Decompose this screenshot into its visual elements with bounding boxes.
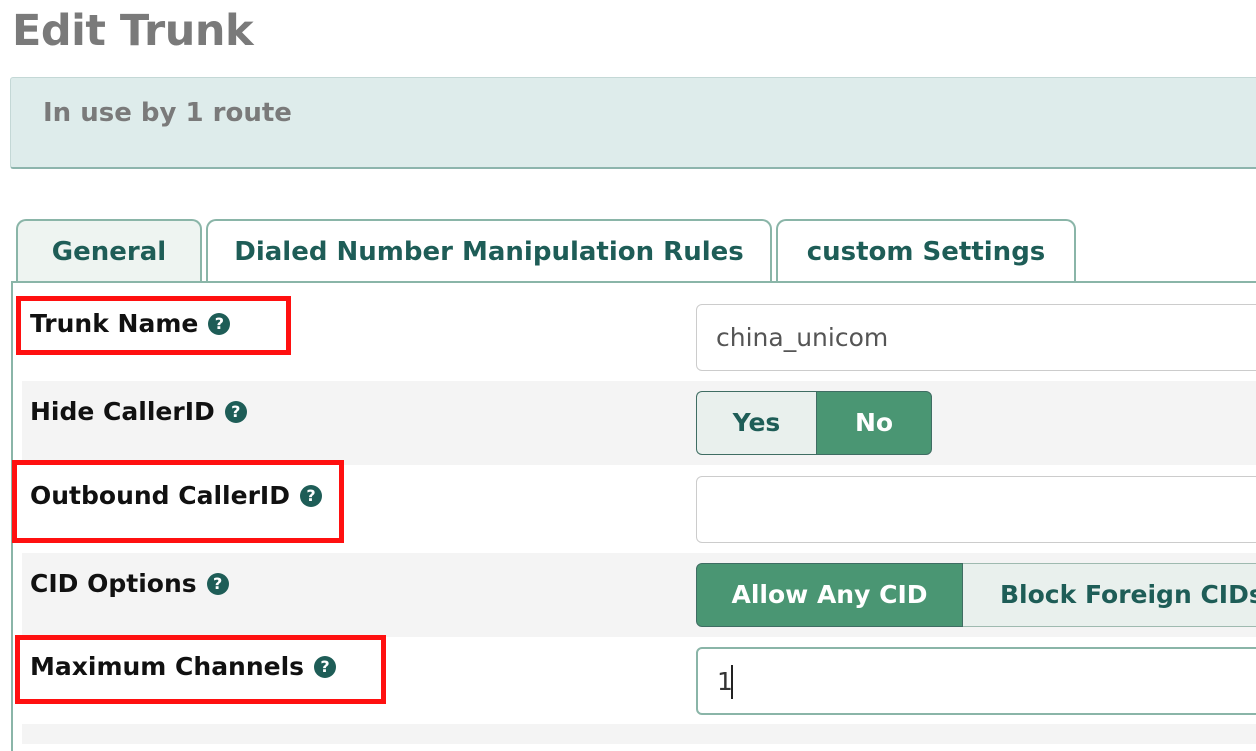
trunk-name-label: Trunk Name? xyxy=(30,309,231,338)
help-icon[interactable]: ? xyxy=(299,485,322,507)
in-use-message: In use by 1 route xyxy=(43,98,292,128)
tab-dialed-number-manipulation-rules[interactable]: Dialed Number Manipulation Rules xyxy=(206,219,772,283)
tab-custom-settings[interactable]: custom Settings xyxy=(776,219,1076,283)
maximum-channels-input[interactable] xyxy=(696,647,1256,715)
help-icon[interactable]: ? xyxy=(206,573,229,595)
outbound-callerid-label: Outbound CallerID? xyxy=(30,481,322,510)
row-background-next xyxy=(22,724,1256,744)
help-icon[interactable]: ? xyxy=(314,656,337,678)
help-icon[interactable]: ? xyxy=(208,313,231,335)
maximum-channels-label-text: Maximum Channels xyxy=(30,652,305,681)
hide-callerid-no-toggle[interactable]: No xyxy=(816,391,932,455)
info-panel: In use by 1 route xyxy=(10,77,1256,169)
hide-callerid-yes-toggle[interactable]: Yes xyxy=(696,391,816,455)
block-foreign-cids-toggle[interactable]: Block Foreign CIDs xyxy=(963,563,1256,627)
outbound-callerid-label-text: Outbound CallerID xyxy=(30,481,290,510)
page-title: Edit Trunk xyxy=(12,6,254,56)
text-cursor xyxy=(731,665,733,699)
cid-options-label-text: CID Options xyxy=(30,569,197,598)
trunk-name-label-text: Trunk Name xyxy=(30,309,199,338)
tab-general[interactable]: General xyxy=(16,219,202,283)
outbound-callerid-input[interactable] xyxy=(696,476,1256,543)
hide-callerid-label: Hide CallerID? xyxy=(30,397,247,426)
cid-options-label: CID Options? xyxy=(30,569,229,598)
hide-callerid-label-text: Hide CallerID xyxy=(30,397,215,426)
trunk-name-input[interactable] xyxy=(696,304,1256,371)
maximum-channels-label: Maximum Channels? xyxy=(30,652,337,681)
help-icon[interactable]: ? xyxy=(224,401,247,423)
allow-any-cid-toggle[interactable]: Allow Any CID xyxy=(696,563,963,627)
